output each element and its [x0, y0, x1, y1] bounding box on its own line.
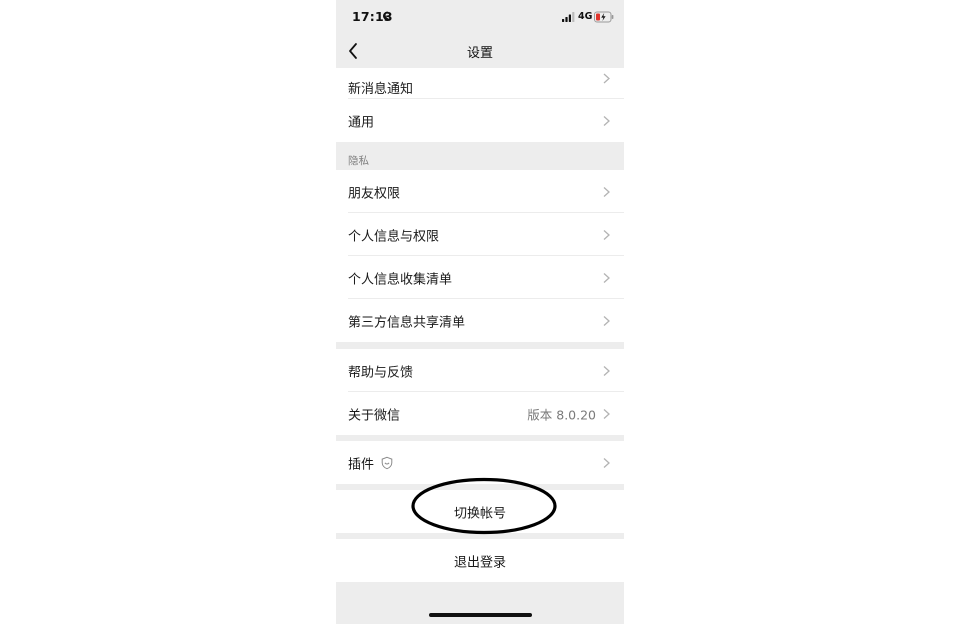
- row-label: 个人信息与权限: [348, 229, 440, 244]
- chevron-right-icon: [603, 272, 610, 283]
- chevron-right-icon: [603, 115, 610, 126]
- settings-row-personal-info-permissions[interactable]: 个人信息与权限: [336, 213, 624, 256]
- phone-screen: 17:13 4G 设置 新消息通知 通用 隐私 朋友权限 个人信息与权限 个人信…: [336, 0, 624, 624]
- logout-button[interactable]: 退出登录: [336, 539, 624, 582]
- settings-row-third-party-sharing[interactable]: 第三方信息共享清单: [336, 299, 624, 342]
- row-label: 插件: [348, 457, 375, 472]
- row-label: 关于微信: [348, 408, 401, 423]
- chevron-right-icon: [603, 186, 610, 197]
- switch-account-label: 切换帐号: [453, 506, 506, 521]
- logout-label: 退出登录: [453, 555, 506, 570]
- row-label: 朋友权限: [348, 186, 401, 201]
- signal-icon: [562, 12, 575, 22]
- settings-row-about-wechat[interactable]: 关于微信 版本 8.0.20: [336, 392, 624, 435]
- row-label: 帮助与反馈: [348, 365, 414, 380]
- chevron-right-icon: [603, 73, 610, 84]
- settings-row-friend-permissions[interactable]: 朋友权限: [336, 170, 624, 213]
- row-label: 个人信息收集清单: [348, 272, 453, 287]
- network-label: 4G: [578, 11, 593, 22]
- chevron-right-icon: [603, 408, 610, 419]
- settings-row-help-feedback[interactable]: 帮助与反馈: [336, 349, 624, 392]
- nav-bar: 设置: [336, 34, 624, 68]
- status-bar: 17:13 4G: [336, 0, 624, 34]
- home-indicator: [429, 613, 532, 617]
- settings-row-general[interactable]: 通用: [336, 99, 624, 142]
- row-label: 新消息通知: [348, 82, 414, 97]
- switch-account-button[interactable]: 切换帐号: [336, 490, 624, 533]
- chevron-right-icon: [603, 229, 610, 240]
- row-label: 第三方信息共享清单: [348, 315, 466, 330]
- settings-row-notifications[interactable]: 新消息通知: [336, 68, 624, 99]
- row-label: 通用: [348, 115, 375, 130]
- version-value: 版本 8.0.20: [527, 407, 596, 422]
- chevron-right-icon: [603, 365, 610, 376]
- page-title: 设置: [466, 46, 493, 61]
- chevron-right-icon: [603, 315, 610, 326]
- chevron-right-icon: [603, 457, 610, 468]
- settings-row-personal-info-collection[interactable]: 个人信息收集清单: [336, 256, 624, 299]
- moon-icon: [383, 11, 392, 21]
- battery-charging-icon: [594, 11, 614, 23]
- section-header-privacy: 隐私: [348, 155, 369, 167]
- settings-row-plugins[interactable]: 插件: [336, 441, 624, 484]
- shield-smile-icon: [381, 456, 393, 469]
